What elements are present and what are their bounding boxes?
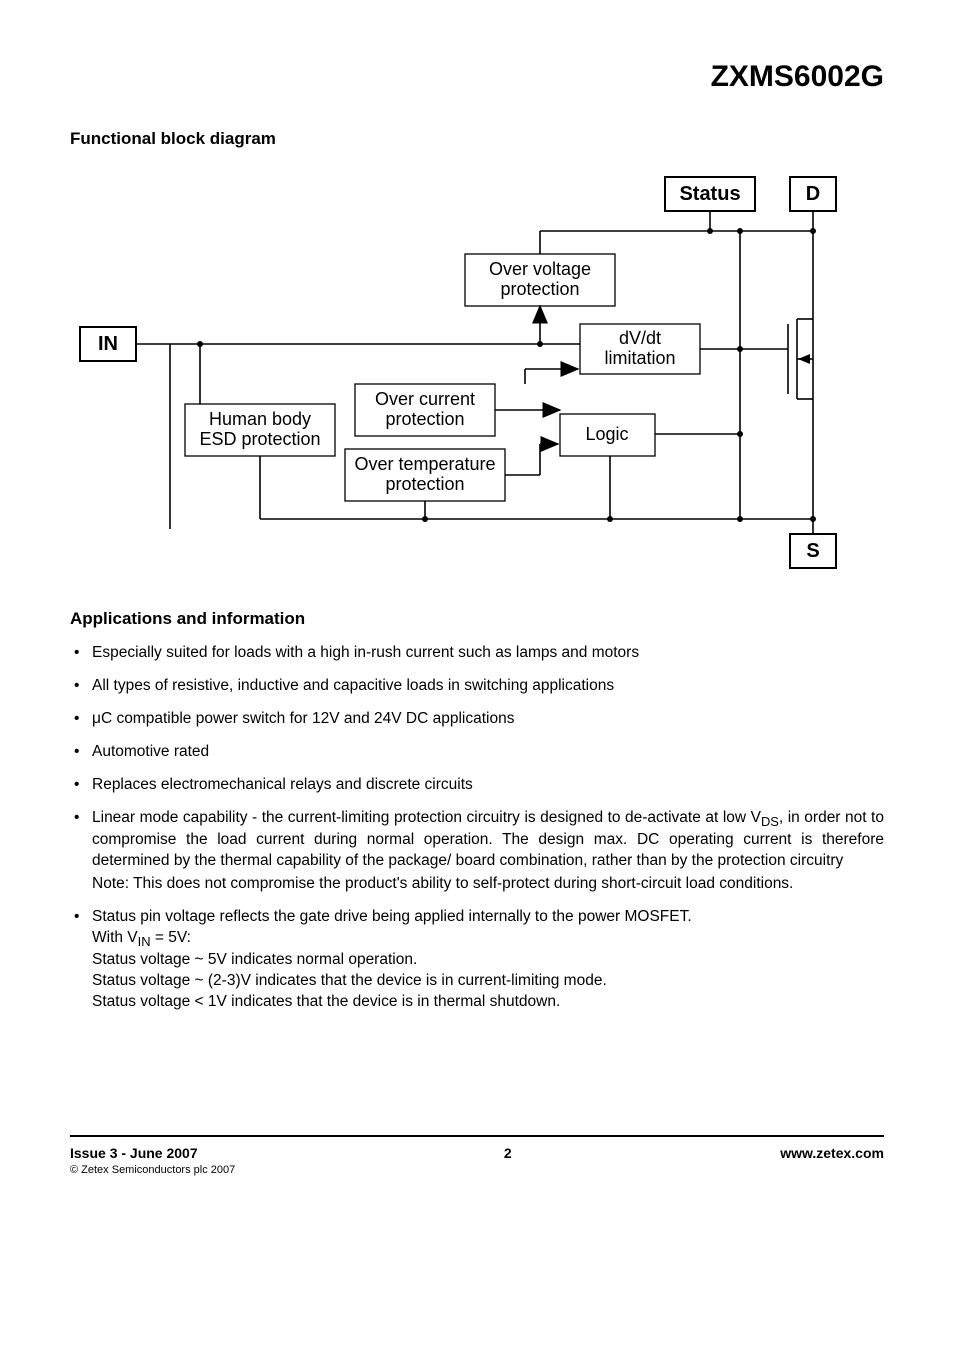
otp-block-l1: Over temperature [354, 454, 495, 474]
in-terminal-label: IN [98, 333, 118, 355]
status-line-3: Status voltage ~ 5V indicates normal ope… [92, 950, 884, 971]
esd-block-l2: ESD protection [199, 429, 320, 449]
list-item: Especially suited for loads with a high … [92, 643, 884, 664]
ocp-block-l1: Over current [375, 389, 475, 409]
list-item: All types of resistive, inductive and ca… [92, 676, 884, 697]
list-item: Linear mode capability - the current-lim… [92, 808, 884, 895]
status-terminal-label: Status [679, 183, 740, 205]
status-vin-suffix: = 5V: [151, 929, 191, 946]
status-line-2: With VIN = 5V: [92, 928, 884, 951]
vds-subscript: DS [761, 814, 779, 829]
linear-mode-text-a: Linear mode capability - the current-lim… [92, 809, 761, 826]
status-line-5: Status voltage < 1V indicates that the d… [92, 992, 884, 1013]
status-line-1: Status pin voltage reflects the gate dri… [92, 907, 884, 928]
dvdt-block-l2: limitation [604, 348, 675, 368]
list-item: Automotive rated [92, 742, 884, 763]
list-item-text: C compatible power switch for 12V and 24… [101, 710, 515, 727]
linear-mode-note: Note: This does not compromise the produ… [92, 874, 884, 895]
list-item: Replaces electromechanical relays and di… [92, 775, 884, 796]
part-number-title: ZXMS6002G [70, 60, 884, 94]
d-terminal-label: D [806, 183, 820, 205]
esd-block-l1: Human body [209, 409, 311, 429]
applications-heading: Applications and information [70, 609, 884, 629]
dvdt-block-l1: dV/dt [619, 328, 661, 348]
list-item: μC compatible power switch for 12V and 2… [92, 709, 884, 730]
block-diagram-heading: Functional block diagram [70, 129, 884, 149]
ovp-block-l2: protection [500, 279, 579, 299]
otp-block-l2: protection [385, 474, 464, 494]
page-footer: Issue 3 - June 2007 © Zetex Semiconducto… [70, 1135, 884, 1176]
ocp-block-l2: protection [385, 409, 464, 429]
footer-left: Issue 3 - June 2007 © Zetex Semiconducto… [70, 1145, 235, 1176]
list-item: Status pin voltage reflects the gate dri… [92, 907, 884, 1013]
issue-text: Issue 3 - June 2007 [70, 1145, 198, 1161]
logic-block-label: Logic [585, 424, 628, 444]
applications-list: Especially suited for loads with a high … [70, 643, 884, 1013]
status-vin-prefix: With V [92, 929, 138, 946]
functional-block-diagram: IN Status D S Human body ESD protection … [70, 169, 884, 579]
status-line-4: Status voltage ~ (2-3)V indicates that t… [92, 971, 884, 992]
mu-glyph: μ [92, 710, 101, 727]
footer-url: www.zetex.com [780, 1145, 884, 1161]
vin-subscript: IN [138, 934, 151, 949]
ovp-block-l1: Over voltage [489, 259, 591, 279]
copyright-text: © Zetex Semiconductors plc 2007 [70, 1164, 235, 1176]
footer-page-number: 2 [504, 1145, 512, 1161]
s-terminal-label: S [806, 540, 819, 562]
